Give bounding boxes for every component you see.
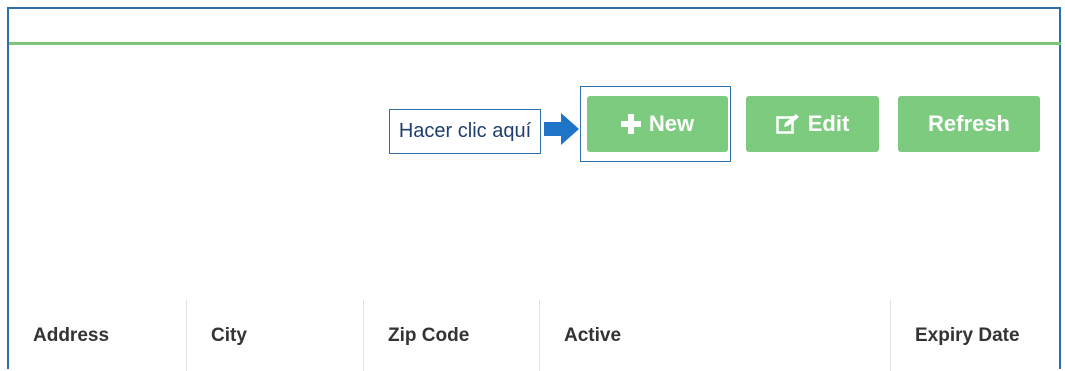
column-header-zip-code[interactable]: Zip Code bbox=[364, 300, 539, 371]
column-header-address[interactable]: Address bbox=[9, 300, 186, 371]
column-header-active[interactable]: Active bbox=[540, 300, 890, 371]
arrow-right-icon bbox=[544, 113, 579, 145]
column-header-label: Zip Code bbox=[388, 324, 470, 346]
refresh-button[interactable]: Refresh bbox=[898, 96, 1040, 152]
edit-icon bbox=[775, 114, 799, 134]
edit-button[interactable]: Edit bbox=[746, 96, 879, 152]
edit-button-label: Edit bbox=[807, 111, 850, 136]
column-header-label: Address bbox=[33, 324, 110, 346]
column-header-label: City bbox=[211, 324, 247, 346]
new-button-label: New bbox=[648, 111, 695, 136]
instruction-callout: Hacer clic aquí bbox=[389, 109, 541, 154]
header-divider bbox=[9, 42, 1061, 45]
column-header-expiry-date[interactable]: Expiry Date bbox=[891, 300, 1061, 371]
refresh-button-label: Refresh bbox=[928, 111, 1010, 136]
new-button[interactable]: New bbox=[587, 96, 728, 152]
column-header-city[interactable]: City bbox=[187, 300, 363, 371]
column-header-label: Active bbox=[564, 324, 622, 346]
plus-icon bbox=[620, 114, 641, 134]
callout-text: Hacer clic aquí bbox=[398, 120, 532, 142]
column-header-label: Expiry Date bbox=[915, 324, 1020, 346]
